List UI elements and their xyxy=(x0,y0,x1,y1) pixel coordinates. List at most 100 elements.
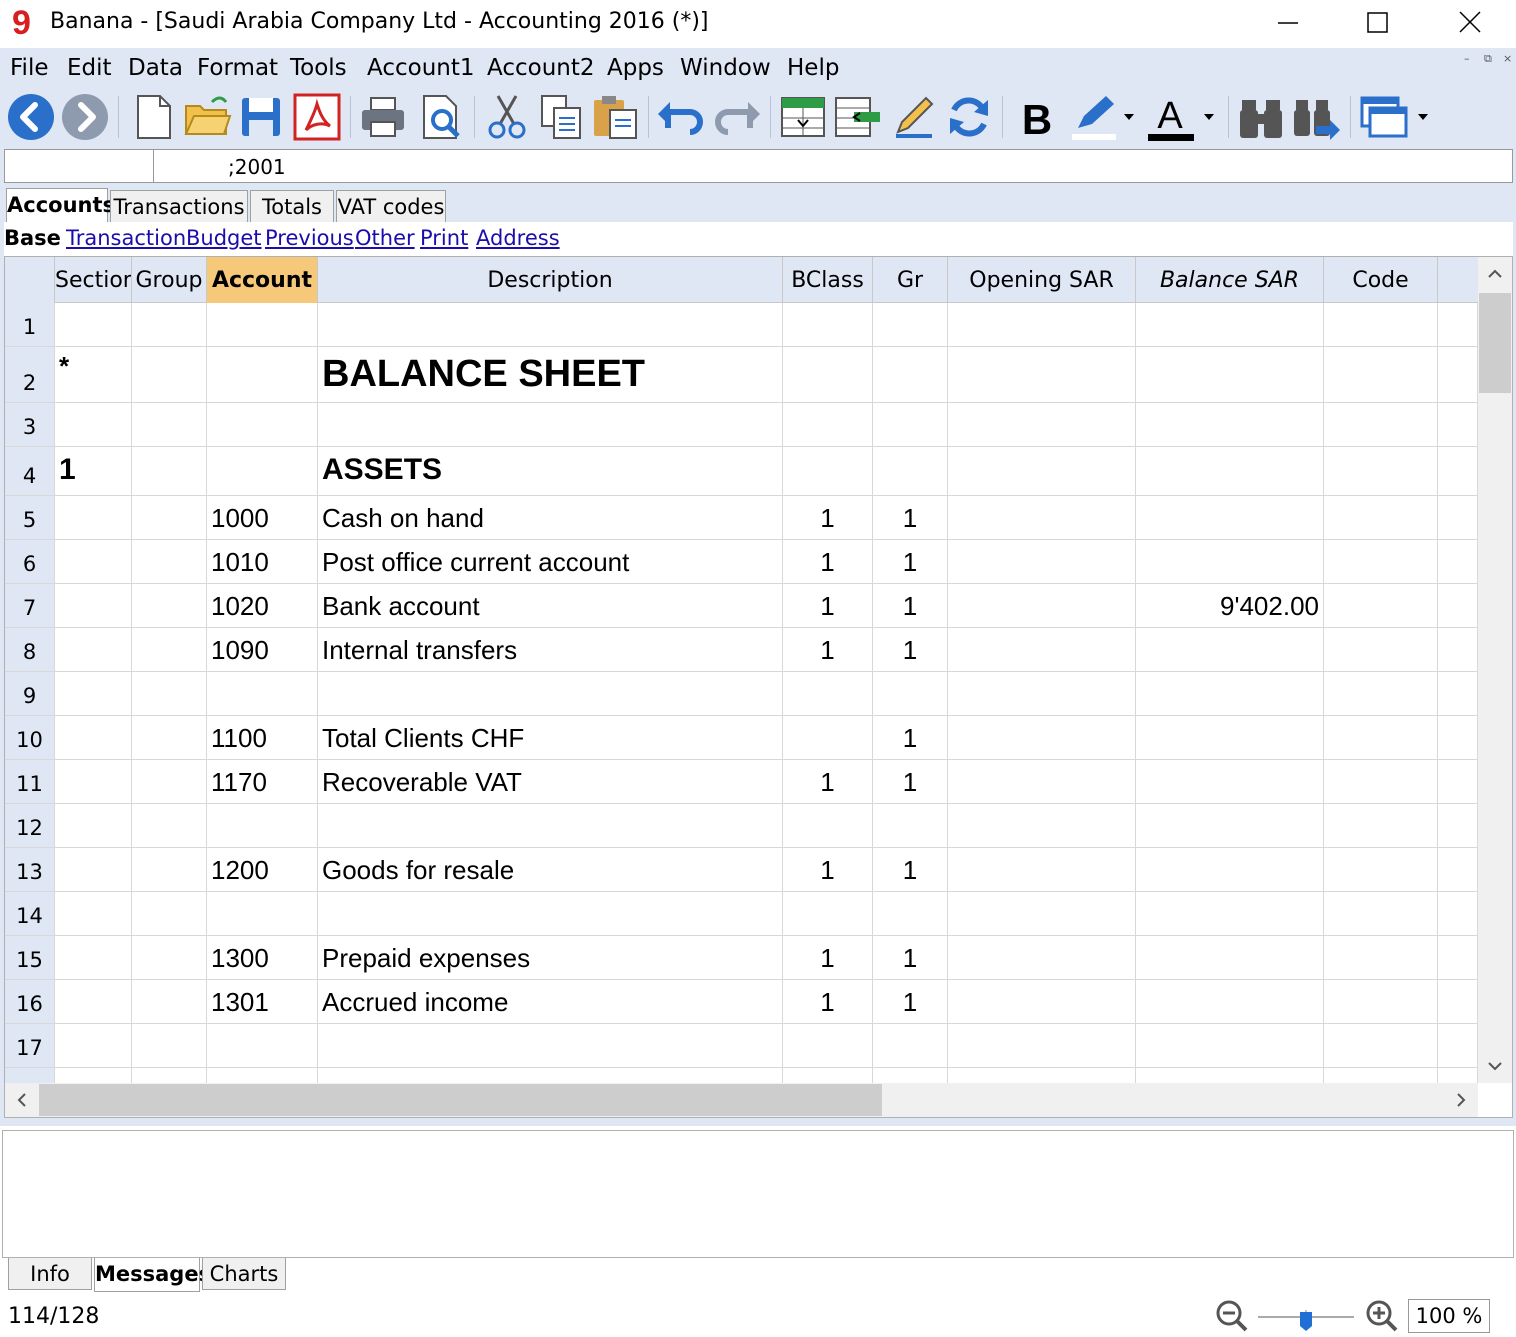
view-address[interactable]: Address xyxy=(476,226,560,250)
cell-group[interactable] xyxy=(132,403,207,446)
cell-code[interactable] xyxy=(1324,303,1438,346)
row-number[interactable]: 4 xyxy=(5,447,55,495)
cell-description[interactable] xyxy=(318,1024,783,1067)
cell-account[interactable] xyxy=(207,804,318,847)
cell-bclass[interactable] xyxy=(783,716,873,759)
cell-bclass[interactable]: 1 xyxy=(783,540,873,583)
view-base[interactable]: Base xyxy=(4,226,61,250)
cell-filler[interactable] xyxy=(1438,716,1478,759)
cell-balance[interactable] xyxy=(1136,848,1324,891)
cell-gr[interactable] xyxy=(873,403,948,446)
cell-group[interactable] xyxy=(132,496,207,539)
cell-section[interactable] xyxy=(55,1024,132,1067)
cell-balance[interactable] xyxy=(1136,892,1324,935)
row-number[interactable]: 16 xyxy=(5,980,55,1023)
cell-account[interactable] xyxy=(207,347,318,402)
cell-group[interactable] xyxy=(132,980,207,1023)
menu-format[interactable]: Format xyxy=(197,55,278,81)
cell-description[interactable] xyxy=(318,672,783,715)
cell-balance[interactable] xyxy=(1136,804,1324,847)
cell-account[interactable]: 1170 xyxy=(207,760,318,803)
highlight-icon[interactable] xyxy=(1068,92,1140,142)
menu-help[interactable]: Help xyxy=(787,55,839,81)
cell-opening[interactable] xyxy=(948,584,1136,627)
row-number[interactable]: 5 xyxy=(5,496,55,539)
cell-gr[interactable]: 1 xyxy=(873,980,948,1023)
cell-opening[interactable] xyxy=(948,1024,1136,1067)
scroll-left-icon[interactable] xyxy=(5,1083,39,1117)
cell-description[interactable] xyxy=(318,403,783,446)
col-header-section[interactable]: Section xyxy=(55,257,132,303)
row-number[interactable]: 11 xyxy=(5,760,55,803)
undo-icon[interactable] xyxy=(656,92,706,142)
cell-empty[interactable] xyxy=(783,1068,873,1083)
view-budget[interactable]: Budget xyxy=(186,226,262,250)
tab-vat-codes[interactable]: VAT codes xyxy=(336,190,446,222)
cell-filler[interactable] xyxy=(1438,936,1478,979)
cell-gr[interactable]: 1 xyxy=(873,540,948,583)
copy-icon[interactable] xyxy=(536,92,586,142)
cell-code[interactable] xyxy=(1324,584,1438,627)
cell-empty[interactable] xyxy=(55,1068,132,1083)
cell-group[interactable] xyxy=(132,303,207,346)
cell-group[interactable] xyxy=(132,1024,207,1067)
window-menu-icon[interactable] xyxy=(1358,92,1434,142)
tab-transactions[interactable]: Transactions xyxy=(110,190,248,222)
font-color-icon[interactable]: A xyxy=(1144,92,1220,142)
horizontal-scrollbar[interactable] xyxy=(5,1083,1478,1117)
row-number[interactable]: 12 xyxy=(5,804,55,847)
mdi-restore-icon[interactable]: ⧉ xyxy=(1484,52,1492,66)
tab-accounts[interactable]: Accounts xyxy=(6,188,115,222)
cell-balance[interactable] xyxy=(1136,403,1324,446)
cell-code[interactable] xyxy=(1324,1024,1438,1067)
cell-gr[interactable]: 1 xyxy=(873,936,948,979)
cell-section[interactable] xyxy=(55,804,132,847)
cell-code[interactable] xyxy=(1324,892,1438,935)
cell-filler[interactable] xyxy=(1438,628,1478,671)
cell-account[interactable]: 1301 xyxy=(207,980,318,1023)
cell-opening[interactable] xyxy=(948,848,1136,891)
cell-gr[interactable]: 1 xyxy=(873,496,948,539)
col-header-bclass[interactable]: BClass xyxy=(783,257,873,303)
forward-icon[interactable] xyxy=(60,92,110,142)
cell-gr[interactable] xyxy=(873,804,948,847)
bold-icon[interactable]: B xyxy=(1012,92,1062,143)
cell-opening[interactable] xyxy=(948,403,1136,446)
cell-bclass[interactable] xyxy=(783,303,873,346)
cell-code[interactable] xyxy=(1324,540,1438,583)
col-header-description[interactable]: Description xyxy=(318,257,783,303)
cell-gr[interactable] xyxy=(873,447,948,495)
row-number[interactable]: 6 xyxy=(5,540,55,583)
cell-gr[interactable] xyxy=(873,303,948,346)
zoom-out-icon[interactable] xyxy=(1216,1300,1248,1332)
cell-bclass[interactable] xyxy=(783,447,873,495)
cell-group[interactable] xyxy=(132,848,207,891)
cell-section[interactable] xyxy=(55,892,132,935)
cell-bclass[interactable] xyxy=(783,347,873,402)
cell-opening[interactable] xyxy=(948,672,1136,715)
cell-group[interactable] xyxy=(132,760,207,803)
cell-balance[interactable] xyxy=(1136,347,1324,402)
cell-description[interactable]: Bank account xyxy=(318,584,783,627)
zoom-slider[interactable] xyxy=(1254,1302,1358,1332)
print-icon[interactable] xyxy=(358,92,408,142)
pdf-icon[interactable] xyxy=(292,92,342,142)
recalculate-icon[interactable] xyxy=(944,92,994,142)
cell-account[interactable] xyxy=(207,403,318,446)
maximize-button[interactable] xyxy=(1332,0,1422,46)
delete-rows-icon[interactable] xyxy=(832,92,882,142)
cell-balance[interactable] xyxy=(1136,672,1324,715)
cell-gr[interactable]: 1 xyxy=(873,760,948,803)
cell-balance[interactable] xyxy=(1136,303,1324,346)
minimize-button[interactable] xyxy=(1242,0,1332,46)
tab-totals[interactable]: Totals xyxy=(250,190,334,222)
cell-balance[interactable] xyxy=(1136,716,1324,759)
redo-icon[interactable] xyxy=(712,92,762,142)
cell-balance[interactable] xyxy=(1136,628,1324,671)
zoom-level-field[interactable]: 100 % xyxy=(1408,1299,1490,1333)
cell-filler[interactable] xyxy=(1438,403,1478,446)
cell-filler[interactable] xyxy=(1438,584,1478,627)
row-number[interactable]: 8 xyxy=(5,628,55,671)
tab-messages[interactable]: Messages xyxy=(94,1258,211,1292)
mdi-minimize-icon[interactable]: – xyxy=(1464,52,1470,65)
